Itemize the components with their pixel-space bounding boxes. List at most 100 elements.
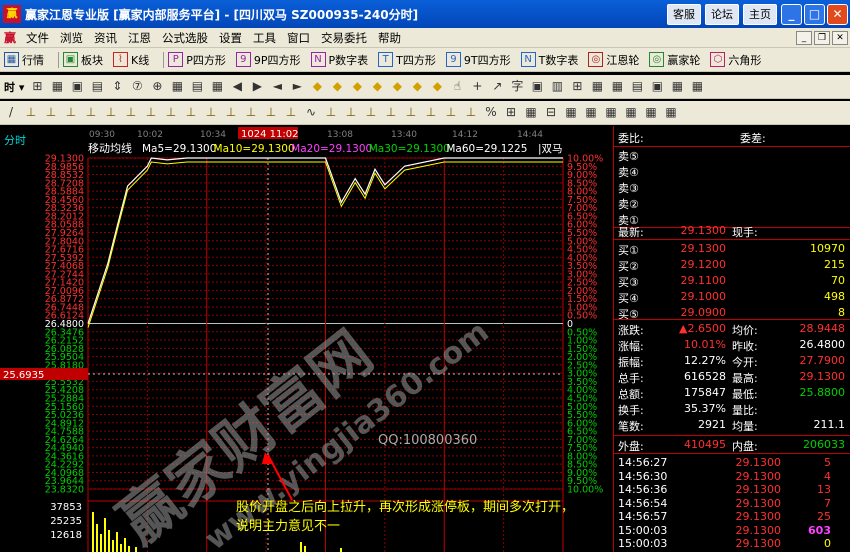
- menu-help[interactable]: 帮助: [378, 30, 401, 46]
- gann-tool-icon-14[interactable]: ⊥: [284, 105, 298, 120]
- homepage-button[interactable]: 主页: [743, 3, 777, 25]
- toolbar-hexagon-button-11[interactable]: ⬡ 六角形: [710, 52, 761, 68]
- toolbar-pn-box-button-5[interactable]: N P数字表: [310, 52, 368, 68]
- tool-icon-26[interactable]: ▥: [550, 79, 564, 94]
- tool-icon-19[interactable]: ◆: [410, 79, 424, 94]
- tool-icon-5[interactable]: ⑦: [130, 79, 144, 94]
- toolbar-9t-box-button-7[interactable]: 9 9T四方形: [445, 52, 511, 68]
- tool-icon-0[interactable]: ⊞: [30, 79, 44, 94]
- gann-tool-icon-28[interactable]: ▦: [564, 105, 578, 120]
- gann-tool-icon-9[interactable]: ⊥: [184, 105, 198, 120]
- menu-tools[interactable]: 工具: [253, 30, 276, 46]
- chart-canvas[interactable]: 09:30 10:02 10:34 1024 11:02 13:08 13:40 14:12…: [0, 126, 613, 552]
- menu-window[interactable]: 窗口: [287, 30, 310, 46]
- service-button[interactable]: 客服: [667, 3, 701, 25]
- tool-icon-24[interactable]: 字: [510, 79, 524, 94]
- gann-tool-icon-18[interactable]: ⊥: [364, 105, 378, 120]
- menu-info[interactable]: 资讯: [94, 30, 117, 46]
- gann-tool-icon-13[interactable]: ⊥: [264, 105, 278, 120]
- tool-icon-16[interactable]: ◆: [350, 79, 364, 94]
- maximize-icon[interactable]: □: [804, 3, 825, 25]
- tool-icon-22[interactable]: +: [470, 79, 484, 94]
- gann-tool-icon-23[interactable]: ⊥: [464, 105, 478, 120]
- tool-icon-2[interactable]: ▣: [70, 79, 84, 94]
- toolbar-kline-button-2[interactable]: ⌇ K线: [113, 52, 149, 68]
- gann-tool-icon-5[interactable]: ⊥: [104, 105, 118, 120]
- menu-settings[interactable]: 设置: [219, 30, 242, 46]
- gann-tool-icon-26[interactable]: ▦: [524, 105, 538, 120]
- tool-icon-13[interactable]: ►: [290, 79, 304, 94]
- tool-icon-17[interactable]: ◆: [370, 79, 384, 94]
- tool-icon-10[interactable]: ◀: [230, 79, 244, 94]
- gann-tool-icon-25[interactable]: ⊞: [504, 105, 518, 120]
- gann-tool-icon-10[interactable]: ⊥: [204, 105, 218, 120]
- tool-icon-20[interactable]: ◆: [430, 79, 444, 94]
- menu-formula-select[interactable]: 公式选股: [162, 30, 208, 46]
- gann-tool-icon-16[interactable]: ⊥: [324, 105, 338, 120]
- tool-icon-3[interactable]: ▤: [90, 79, 104, 94]
- tool-icon-30[interactable]: ▤: [630, 79, 644, 94]
- gann-tool-icon-4[interactable]: ⊥: [84, 105, 98, 120]
- tool-icon-15[interactable]: ◆: [330, 79, 344, 94]
- gann-tool-icon-29[interactable]: ▦: [584, 105, 598, 120]
- toolbar-wheel-button-9[interactable]: ◎ 江恩轮: [588, 52, 639, 68]
- gann-tool-icon-3[interactable]: ⊥: [64, 105, 78, 120]
- gann-tool-icon-21[interactable]: ⊥: [424, 105, 438, 120]
- tool-icon-14[interactable]: ◆: [310, 79, 324, 94]
- gann-tool-icon-19[interactable]: ⊥: [384, 105, 398, 120]
- tool-icon-18[interactable]: ◆: [390, 79, 404, 94]
- gann-tool-icon-22[interactable]: ⊥: [444, 105, 458, 120]
- menu-trade[interactable]: 交易委托: [321, 30, 367, 46]
- gann-tool-icon-6[interactable]: ⊥: [124, 105, 138, 120]
- tool-icon-33[interactable]: ▦: [690, 79, 704, 94]
- menu-file[interactable]: 文件: [26, 30, 49, 46]
- toolbar-9p-box-button-4[interactable]: 9 9P四方形: [235, 52, 301, 68]
- gann-tool-icon-11[interactable]: ⊥: [224, 105, 238, 120]
- gann-tool-icon-30[interactable]: ▦: [604, 105, 618, 120]
- toolbar-tn-box-button-8[interactable]: N T数字表: [520, 52, 578, 68]
- gann-tool-icon-15[interactable]: ∿: [304, 105, 318, 120]
- gann-tool-icon-24[interactable]: %: [484, 105, 498, 120]
- minimize-icon[interactable]: _: [781, 3, 802, 25]
- tool-icon-31[interactable]: ▣: [650, 79, 664, 94]
- tool-icon-9[interactable]: ▦: [210, 79, 224, 94]
- mdi-restore-icon[interactable]: ❐: [814, 30, 830, 45]
- mdi-minimize-icon[interactable]: _: [796, 30, 812, 45]
- tool-icon-25[interactable]: ▣: [530, 79, 544, 94]
- gann-tool-icon-33[interactable]: ▦: [664, 105, 678, 120]
- menu-gann[interactable]: 江恩: [128, 30, 151, 46]
- tool-icon-12[interactable]: ◄: [270, 79, 284, 94]
- gann-tool-icon-8[interactable]: ⊥: [164, 105, 178, 120]
- tool-icon-28[interactable]: ▦: [590, 79, 604, 94]
- gann-tool-icon-20[interactable]: ⊥: [404, 105, 418, 120]
- gann-tool-icon-27[interactable]: ⊟: [544, 105, 558, 120]
- tool-icon-27[interactable]: ⊞: [570, 79, 584, 94]
- tool-icon-21[interactable]: ☝: [450, 79, 464, 94]
- gann-tool-icon-31[interactable]: ▦: [624, 105, 638, 120]
- tool-icon-11[interactable]: ▶: [250, 79, 264, 94]
- gann-tool-icon-0[interactable]: /: [4, 105, 18, 120]
- gann-tool-icon-32[interactable]: ▦: [644, 105, 658, 120]
- gann-tool-icon-12[interactable]: ⊥: [244, 105, 258, 120]
- tool-icon-7[interactable]: ▦: [170, 79, 184, 94]
- menu-browse[interactable]: 浏览: [60, 30, 83, 46]
- forum-button[interactable]: 论坛: [705, 3, 739, 25]
- tool-icon-8[interactable]: ▤: [190, 79, 204, 94]
- period-select[interactable]: 时 ▾: [4, 79, 24, 95]
- gann-tool-icon-2[interactable]: ⊥: [44, 105, 58, 120]
- tool-icon-29[interactable]: ▦: [610, 79, 624, 94]
- toolbar-p-box-button-3[interactable]: P P四方形: [168, 52, 226, 68]
- gann-tool-icon-7[interactable]: ⊥: [144, 105, 158, 120]
- tool-icon-23[interactable]: ↗: [490, 79, 504, 94]
- gann-tool-icon-1[interactable]: ⊥: [24, 105, 38, 120]
- intraday-chart[interactable]: 09:30 10:02 10:34 1024 11:02 13:08 13:40 14:12…: [0, 126, 613, 552]
- toolbar-grid-button-0[interactable]: ▦ 行情: [4, 52, 44, 68]
- tool-icon-4[interactable]: ⇕: [110, 79, 124, 94]
- toolbar-wheel-button-10[interactable]: ◎ 赢家轮: [649, 52, 700, 68]
- tool-icon-1[interactable]: ▦: [50, 79, 64, 94]
- close-icon[interactable]: ✕: [827, 3, 848, 25]
- tool-icon-32[interactable]: ▦: [670, 79, 684, 94]
- tool-icon-6[interactable]: ⊕: [150, 79, 164, 94]
- gann-tool-icon-17[interactable]: ⊥: [344, 105, 358, 120]
- toolbar-blocks-button-1[interactable]: ▣ 板块: [63, 52, 103, 68]
